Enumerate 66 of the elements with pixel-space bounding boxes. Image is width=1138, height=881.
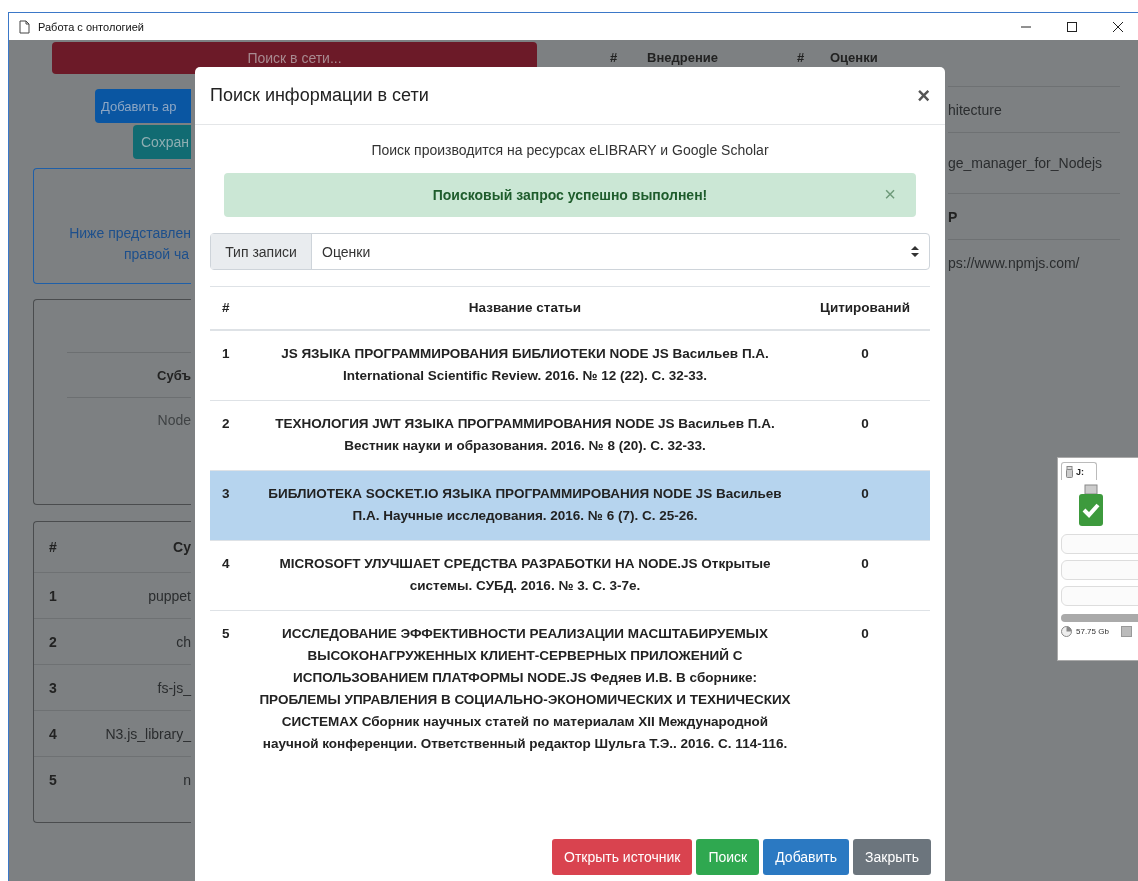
dialog-button[interactable]: Открыть источник bbox=[552, 839, 693, 875]
window-title: Работа с онтологией bbox=[38, 20, 144, 33]
table-cell-text: 3 bbox=[221, 485, 231, 503]
table-cell-text: 1 bbox=[221, 345, 231, 363]
column-header: Название статьи bbox=[467, 299, 583, 317]
table-cell-text: JS ЯЗЫКА ПРОГРАММИРОВАНИЯ БИБЛИОТЕКИ NODE JS Васильев П.А. International Scientific Review. 2016. № 12 (22). С. 32-33. bbox=[280, 345, 770, 385]
dialog-button[interactable]: Закрыть bbox=[853, 839, 931, 875]
column-header: Внедрение bbox=[647, 50, 719, 65]
table-cell-text: MICROSOFT УЛУЧШАЕТ СРЕДСТВА РАЗРАБОТКИ НА NODE.JS Открытые системы. СУБД. 2016. № 3. С. 3-7е. bbox=[278, 555, 772, 595]
column-header: Цитирований bbox=[819, 299, 911, 317]
table-cell-text: 0 bbox=[860, 625, 870, 643]
table-cell-text: N3.js_library_ bbox=[104, 725, 191, 742]
close-icon[interactable] bbox=[1112, 20, 1124, 33]
table-cell-text: fs-js_ bbox=[156, 679, 191, 696]
drive-tab[interactable]: J: bbox=[1061, 462, 1097, 480]
table-row[interactable]: 3 БИБЛИОТЕКА SOCKET.IO ЯЗЫКА ПРОГРАММИРОВАНИЯ NODE JS Васильев П.А. Научные исследования. 2016. № 6 (7). С. 25-26. 0 bbox=[210, 470, 930, 540]
table-cell: ge_manager_for_Nodejs bbox=[948, 132, 1120, 193]
table-cell-text: 4 bbox=[221, 555, 231, 573]
column-header: # bbox=[221, 299, 231, 317]
usb-drive-check-icon bbox=[1078, 484, 1104, 528]
save-button[interactable]: Сохран bbox=[133, 125, 191, 159]
close-button[interactable]: × bbox=[917, 82, 930, 109]
table-cell-text: 5 bbox=[221, 625, 231, 643]
table-cell-text: puppet bbox=[147, 587, 191, 604]
usb-drive-icon bbox=[1066, 465, 1073, 478]
column-header: P bbox=[948, 193, 1120, 239]
table-cell-text: Node bbox=[156, 411, 191, 430]
drive-size: 57.75 Gb bbox=[1076, 627, 1109, 636]
table-cell-text: БИБЛИОТЕКА SOCKET.IO ЯЗЫКА ПРОГРАММИРОВАНИЯ NODE JS Васильев П.А. Научные исследования. 2016. № 6 (7). С. 25-26. bbox=[267, 485, 783, 525]
table-cell: ps://www.npmjs.com/ bbox=[948, 239, 1120, 285]
column-header: # bbox=[610, 50, 619, 65]
table-cell-text: n bbox=[182, 771, 191, 788]
column-header: Оценки bbox=[830, 50, 878, 65]
table-cell-text: ch bbox=[175, 633, 191, 650]
table-cell-text: 2 bbox=[49, 633, 58, 650]
column-header: # bbox=[797, 50, 806, 65]
table-cell-text: ИССЛЕДОВАНИЕ ЭФФЕКТИВНОСТИ РЕАЛИЗАЦИИ МАСШТАБИРУЕМЫХ ВЫСОКОНАГРУЖЕННЫХ КЛИЕНТ-СЕРВЕРНЫХ ПРИЛОЖЕНИЙ С ИСПОЛЬЗОВАНИЕМ ПЛАТФОРМЫ NODE.JS Федяев И.В. В сборнике: ПРОБЛЕМЫ УПРАВЛЕНИЯ В СОЦИАЛЬНО-ЭКОНОМИЧЕСКИХ И ТЕХНИЧЕСКИХ СИСТЕМАХ Сборник научных статей по материалам XII Международной научной конференции. Ответственный редактор Шульга Т.Э.. 2016. С. 114-116. bbox=[258, 625, 792, 753]
table-cell-text: 2 bbox=[221, 415, 231, 433]
table-cell: hitecture bbox=[948, 86, 1120, 132]
table-cell-text: 5 bbox=[49, 771, 58, 788]
document-icon bbox=[19, 19, 30, 34]
table-row[interactable]: 1 JS ЯЗЫКА ПРОГРАММИРОВАНИЯ БИБЛИОТЕКИ NODE JS Васильев П.А. International Scientific Review. 2016. № 12 (22). С. 32-33. 0 bbox=[210, 330, 930, 400]
table-cell-text: 0 bbox=[860, 555, 870, 573]
close-button[interactable]: × bbox=[884, 184, 896, 204]
info-text: Ниже представлен bbox=[69, 224, 191, 243]
dialog-button[interactable]: Поиск bbox=[696, 839, 760, 875]
info-text: правой ча bbox=[124, 245, 190, 264]
table-cell-text: 0 bbox=[860, 485, 870, 503]
dialog-title: Поиск информации в сети bbox=[210, 85, 429, 106]
column-header: # bbox=[49, 539, 58, 555]
dialog-button[interactable]: Добавить bbox=[763, 839, 850, 875]
table-cell-text: 4 bbox=[49, 725, 58, 742]
table-cell-text: 1 bbox=[49, 587, 58, 604]
square-icon bbox=[1120, 626, 1132, 637]
table-cell-text: 3 bbox=[49, 679, 58, 696]
table-cell-text: 0 bbox=[860, 345, 870, 363]
pie-icon bbox=[1061, 626, 1072, 637]
column-header: Су bbox=[172, 539, 191, 555]
table-cell-text: 0 bbox=[860, 415, 870, 433]
add-button[interactable]: Добавить ар bbox=[95, 89, 191, 123]
info-text: Поиск производится на ресурсах eLIBRARY и Google Scholar bbox=[370, 142, 770, 158]
maximize-icon[interactable] bbox=[1066, 20, 1078, 33]
alert-text: Поисковый запрос успешно выполнен! bbox=[432, 187, 708, 203]
table-header: Субъ bbox=[67, 352, 191, 398]
table-cell-text: ТЕХНОЛОГИЯ JWT ЯЗЫКА ПРОГРАММИРОВАНИЯ NODE JS Васильев П.А. Вестник науки и образования. 2016. № 8 (20). С. 32-33. bbox=[274, 415, 776, 455]
table-row[interactable]: 4 MICROSOFT УЛУЧШАЕТ СРЕДСТВА РАЗРАБОТКИ НА NODE.JS Открытые системы. СУБД. 2016. № 3. С. 3-7е. 0 bbox=[210, 540, 930, 610]
